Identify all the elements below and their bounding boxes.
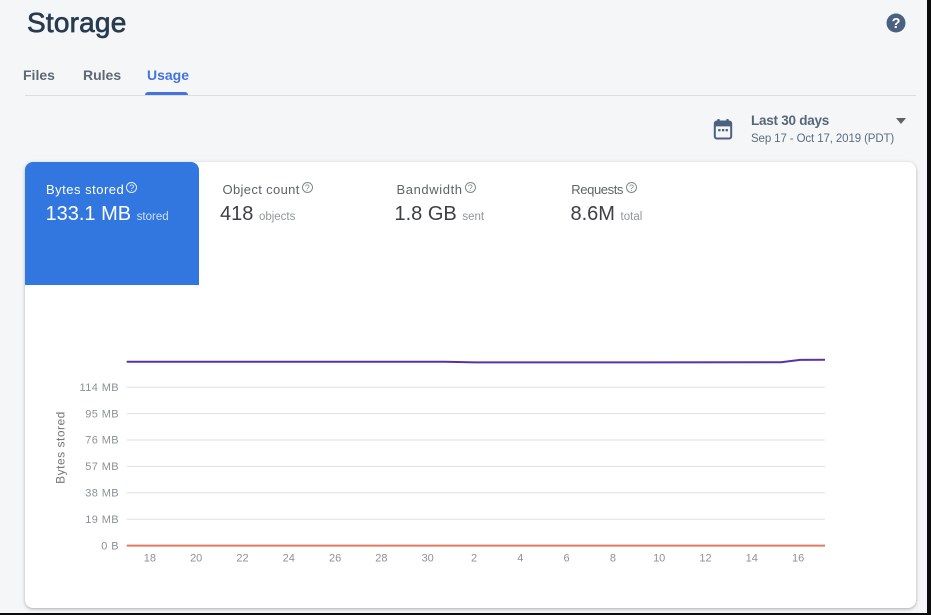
svg-text:26: 26 bbox=[328, 553, 340, 565]
svg-text:30: 30 bbox=[421, 553, 433, 565]
svg-text:?: ? bbox=[892, 16, 901, 32]
svg-text:76 MB: 76 MB bbox=[85, 435, 119, 447]
svg-text:18: 18 bbox=[143, 553, 155, 565]
svg-text:6: 6 bbox=[563, 553, 569, 565]
svg-text:0 B: 0 B bbox=[101, 540, 119, 552]
svg-text:19 MB: 19 MB bbox=[85, 514, 119, 526]
svg-text:28: 28 bbox=[375, 553, 387, 565]
svg-text:24: 24 bbox=[282, 553, 294, 565]
svg-text:16: 16 bbox=[791, 553, 803, 565]
svg-text:22: 22 bbox=[236, 553, 248, 565]
svg-text:4: 4 bbox=[517, 553, 523, 565]
svg-text:95 MB: 95 MB bbox=[85, 408, 119, 420]
svg-text:Bytes stored: Bytes stored bbox=[53, 411, 67, 484]
svg-text:114 MB: 114 MB bbox=[79, 382, 119, 394]
svg-text:12: 12 bbox=[699, 553, 711, 565]
svg-text:20: 20 bbox=[190, 553, 202, 565]
svg-text:8: 8 bbox=[609, 553, 615, 565]
svg-text:10: 10 bbox=[653, 553, 665, 565]
svg-text:57 MB: 57 MB bbox=[85, 461, 119, 473]
svg-text:38 MB: 38 MB bbox=[85, 488, 119, 500]
svg-text:14: 14 bbox=[745, 553, 757, 565]
svg-text:2: 2 bbox=[470, 553, 476, 565]
